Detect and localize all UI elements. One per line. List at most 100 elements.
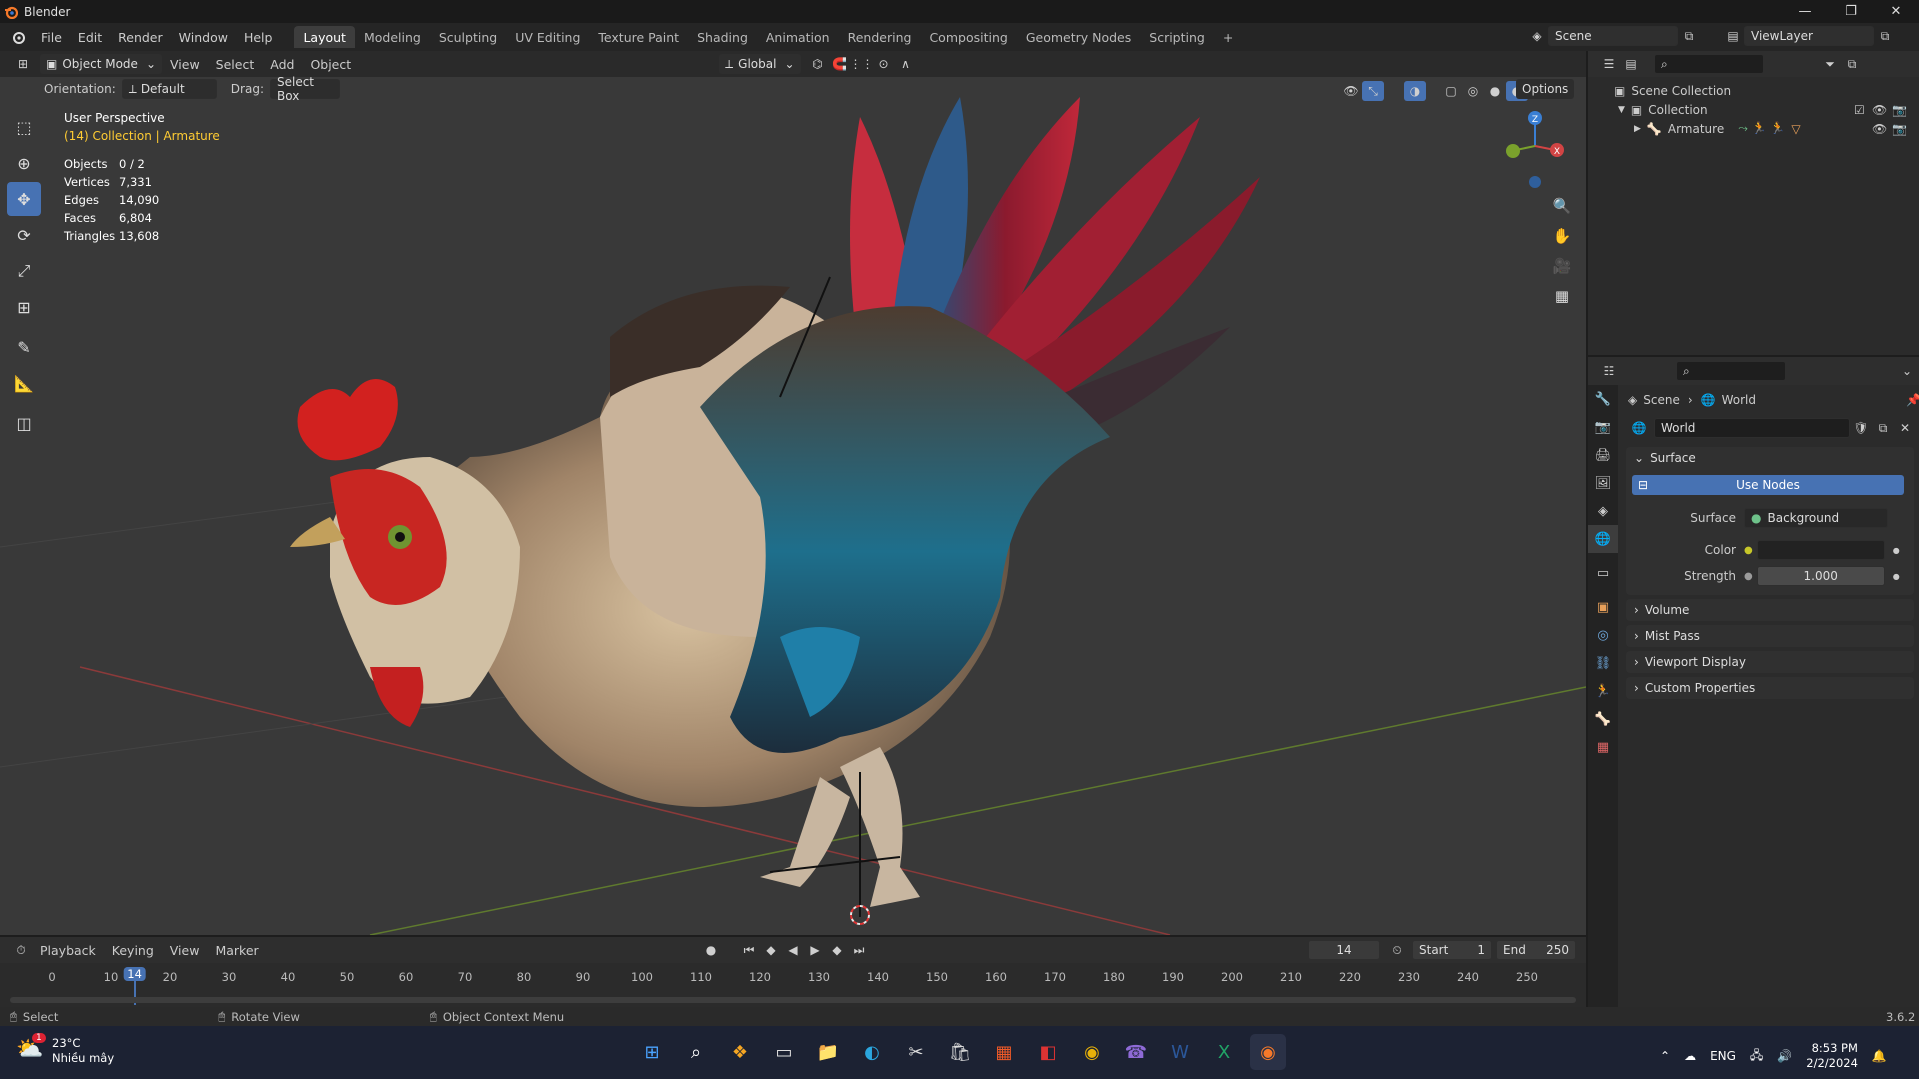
world-tab-icon[interactable]: 🌐 <box>1588 525 1618 553</box>
notification-bell-icon[interactable]: 🔔 <box>1872 1049 1887 1063</box>
tab-animation[interactable]: Animation <box>757 26 839 48</box>
perspective-toggle-icon[interactable]: ▦ <box>1548 282 1576 310</box>
playhead-marker[interactable]: 14 <box>123 967 146 981</box>
copilot-icon[interactable]: ❖ <box>722 1034 758 1070</box>
view-layer-tab-icon[interactable]: 🖼 <box>1588 469 1618 497</box>
scale-tool-icon[interactable]: ⤢ <box>7 254 41 288</box>
clock[interactable]: 8:53 PM 2/2/2024 <box>1806 1041 1858 1071</box>
zoom-icon[interactable]: 🔍 <box>1548 192 1576 220</box>
gizmo-neg-z[interactable] <box>1529 176 1541 188</box>
tab-rendering[interactable]: Rendering <box>839 26 921 48</box>
panel-volume[interactable]: › Volume <box>1626 599 1914 621</box>
eye-icon[interactable]: 👁 <box>1872 122 1887 136</box>
render-tab-icon[interactable]: 📷 <box>1588 413 1618 441</box>
armature-data-tab-icon[interactable]: 🏃 <box>1588 677 1618 705</box>
prev-keyframe-icon[interactable]: ◆ <box>760 940 782 960</box>
tab-compositing[interactable]: Compositing <box>920 26 1016 48</box>
vp-menu-add[interactable]: Add <box>262 53 302 75</box>
keyframe-dot-icon[interactable]: ● <box>1893 572 1900 581</box>
tab-uv-editing[interactable]: UV Editing <box>506 26 589 48</box>
frame-ruler[interactable]: 0 10 20 30 40 50 60 70 80 90 100 110 120 130 140 150 160… <box>0 963 1586 1005</box>
camera-icon[interactable]: 📷 <box>1892 103 1907 117</box>
preview-range-icon[interactable]: ⏲ <box>1386 940 1408 960</box>
tab-scripting[interactable]: Scripting <box>1140 26 1214 48</box>
color-swatch[interactable] <box>1756 540 1885 560</box>
play-icon[interactable]: ▶ <box>804 940 826 960</box>
pan-hand-icon[interactable]: ✋ <box>1548 222 1576 250</box>
jump-start-icon[interactable]: ⏮ <box>738 940 760 960</box>
tab-sculpting[interactable]: Sculpting <box>430 26 506 48</box>
vp-menu-object[interactable]: Object <box>302 53 359 75</box>
filter-icon[interactable]: ⏷ <box>1819 54 1841 74</box>
timeline-menu-playback[interactable]: Playback <box>32 939 104 961</box>
world-browse-icon[interactable]: 🌐 <box>1628 418 1650 438</box>
vp-menu-select[interactable]: Select <box>208 53 263 75</box>
surface-shader-field[interactable]: ● Background <box>1744 508 1888 528</box>
task-view-icon[interactable]: ▭ <box>766 1034 802 1070</box>
current-frame-field[interactable]: 14 <box>1308 940 1380 960</box>
cursor-tool-icon[interactable]: ⊕ <box>7 146 41 180</box>
annotate-tool-icon[interactable]: ✎ <box>7 330 41 364</box>
object-tab-icon[interactable]: ▣ <box>1588 593 1618 621</box>
volume-icon[interactable]: 🔊 <box>1777 1049 1792 1063</box>
weather-widget[interactable]: ⛅ 1 23°C Nhiều mây <box>16 1033 114 1066</box>
app-icon[interactable]: ◧ <box>1030 1034 1066 1070</box>
mode-selector[interactable]: ▣ Object Mode ⌄ <box>40 54 162 74</box>
options-button[interactable]: Options <box>1516 79 1575 99</box>
tab-modeling[interactable]: Modeling <box>355 26 430 48</box>
transform-tool-icon[interactable]: ⊞ <box>7 290 41 324</box>
outliner-row-armature[interactable]: ▶ 🦴 Armature ⤳ 🏃 🏃 ▽ 👁 📷 <box>1588 119 1919 138</box>
properties-editor-icon[interactable]: ☷ <box>1598 361 1620 381</box>
play-reverse-icon[interactable]: ◀ <box>782 940 804 960</box>
chevron-down-icon[interactable]: ⌄ <box>1896 361 1918 381</box>
bone-tab-icon[interactable]: 🦴 <box>1588 705 1618 733</box>
blender-menu-icon[interactable] <box>11 30 25 44</box>
use-nodes-button[interactable]: ⊟ Use Nodes <box>1632 475 1904 495</box>
menu-window[interactable]: Window <box>171 26 236 48</box>
constraints-tab-icon[interactable]: ⛓ <box>1588 649 1618 677</box>
outliner-row-scene-collection[interactable]: ▣ Scene Collection <box>1588 81 1919 100</box>
unlink-icon[interactable]: ✕ <box>1894 418 1916 438</box>
camera-icon[interactable]: 📷 <box>1892 122 1907 136</box>
outliner-editor-icon[interactable]: ☰ <box>1598 54 1620 74</box>
navigation-gizmo[interactable]: Z X <box>1480 104 1580 204</box>
new-collection-icon[interactable]: ⧉ <box>1841 54 1863 74</box>
add-cube-tool-icon[interactable]: ◫ <box>7 406 41 440</box>
word-icon[interactable]: W <box>1162 1034 1198 1070</box>
record-icon[interactable]: ● <box>700 940 722 960</box>
viewlayer-field[interactable]: ViewLayer <box>1744 26 1874 46</box>
panel-mist-pass[interactable]: › Mist Pass <box>1626 625 1914 647</box>
scene-field[interactable]: Scene <box>1548 26 1678 46</box>
maximize-icon[interactable]: ❐ <box>1828 0 1874 23</box>
texture-tab-icon[interactable]: ▦ <box>1588 733 1618 761</box>
timeline-editor-icon[interactable]: ⏱ <box>10 940 32 960</box>
new-viewlayer-icon[interactable]: ⧉ <box>1874 26 1896 46</box>
timeline-menu-view[interactable]: View <box>162 939 208 961</box>
properties-search-input[interactable]: ⌕ <box>1676 361 1786 381</box>
editor-type-icon[interactable]: ⊞ <box>12 54 34 74</box>
timeline-menu-keying[interactable]: Keying <box>104 939 162 961</box>
checkbox-icon[interactable]: ☑ <box>1854 103 1865 117</box>
timeline-menu-marker[interactable]: Marker <box>207 939 266 961</box>
pin-icon[interactable]: 📌 <box>1906 393 1919 407</box>
select-box-tool-icon[interactable]: ⬚ <box>7 110 41 144</box>
blender-taskbar-icon[interactable]: ◉ <box>1250 1034 1286 1070</box>
vp-menu-view[interactable]: View <box>162 53 208 75</box>
minimize-icon[interactable]: — <box>1782 0 1828 23</box>
file-explorer-icon[interactable]: 📁 <box>810 1034 846 1070</box>
scene-tab-icon[interactable]: ◈ <box>1588 497 1618 525</box>
viewlayer-icon[interactable]: ▤ <box>1722 26 1744 46</box>
menu-help[interactable]: Help <box>236 26 281 48</box>
office-icon[interactable]: ▦ <box>986 1034 1022 1070</box>
next-keyframe-icon[interactable]: ◆ <box>826 940 848 960</box>
menu-file[interactable]: File <box>33 26 70 48</box>
menu-edit[interactable]: Edit <box>70 26 110 48</box>
move-tool-icon[interactable]: ✥ <box>7 182 41 216</box>
rotate-tool-icon[interactable]: ⟳ <box>7 218 41 252</box>
panel-viewport-display[interactable]: › Viewport Display <box>1626 651 1914 673</box>
measure-tool-icon[interactable]: 📐 <box>7 366 41 400</box>
gizmo-y-axis[interactable] <box>1506 144 1520 158</box>
new-scene-icon[interactable]: ⧉ <box>1678 26 1700 46</box>
physics-tab-icon[interactable]: ◎ <box>1588 621 1618 649</box>
tab-geometry-nodes[interactable]: Geometry Nodes <box>1017 26 1140 48</box>
